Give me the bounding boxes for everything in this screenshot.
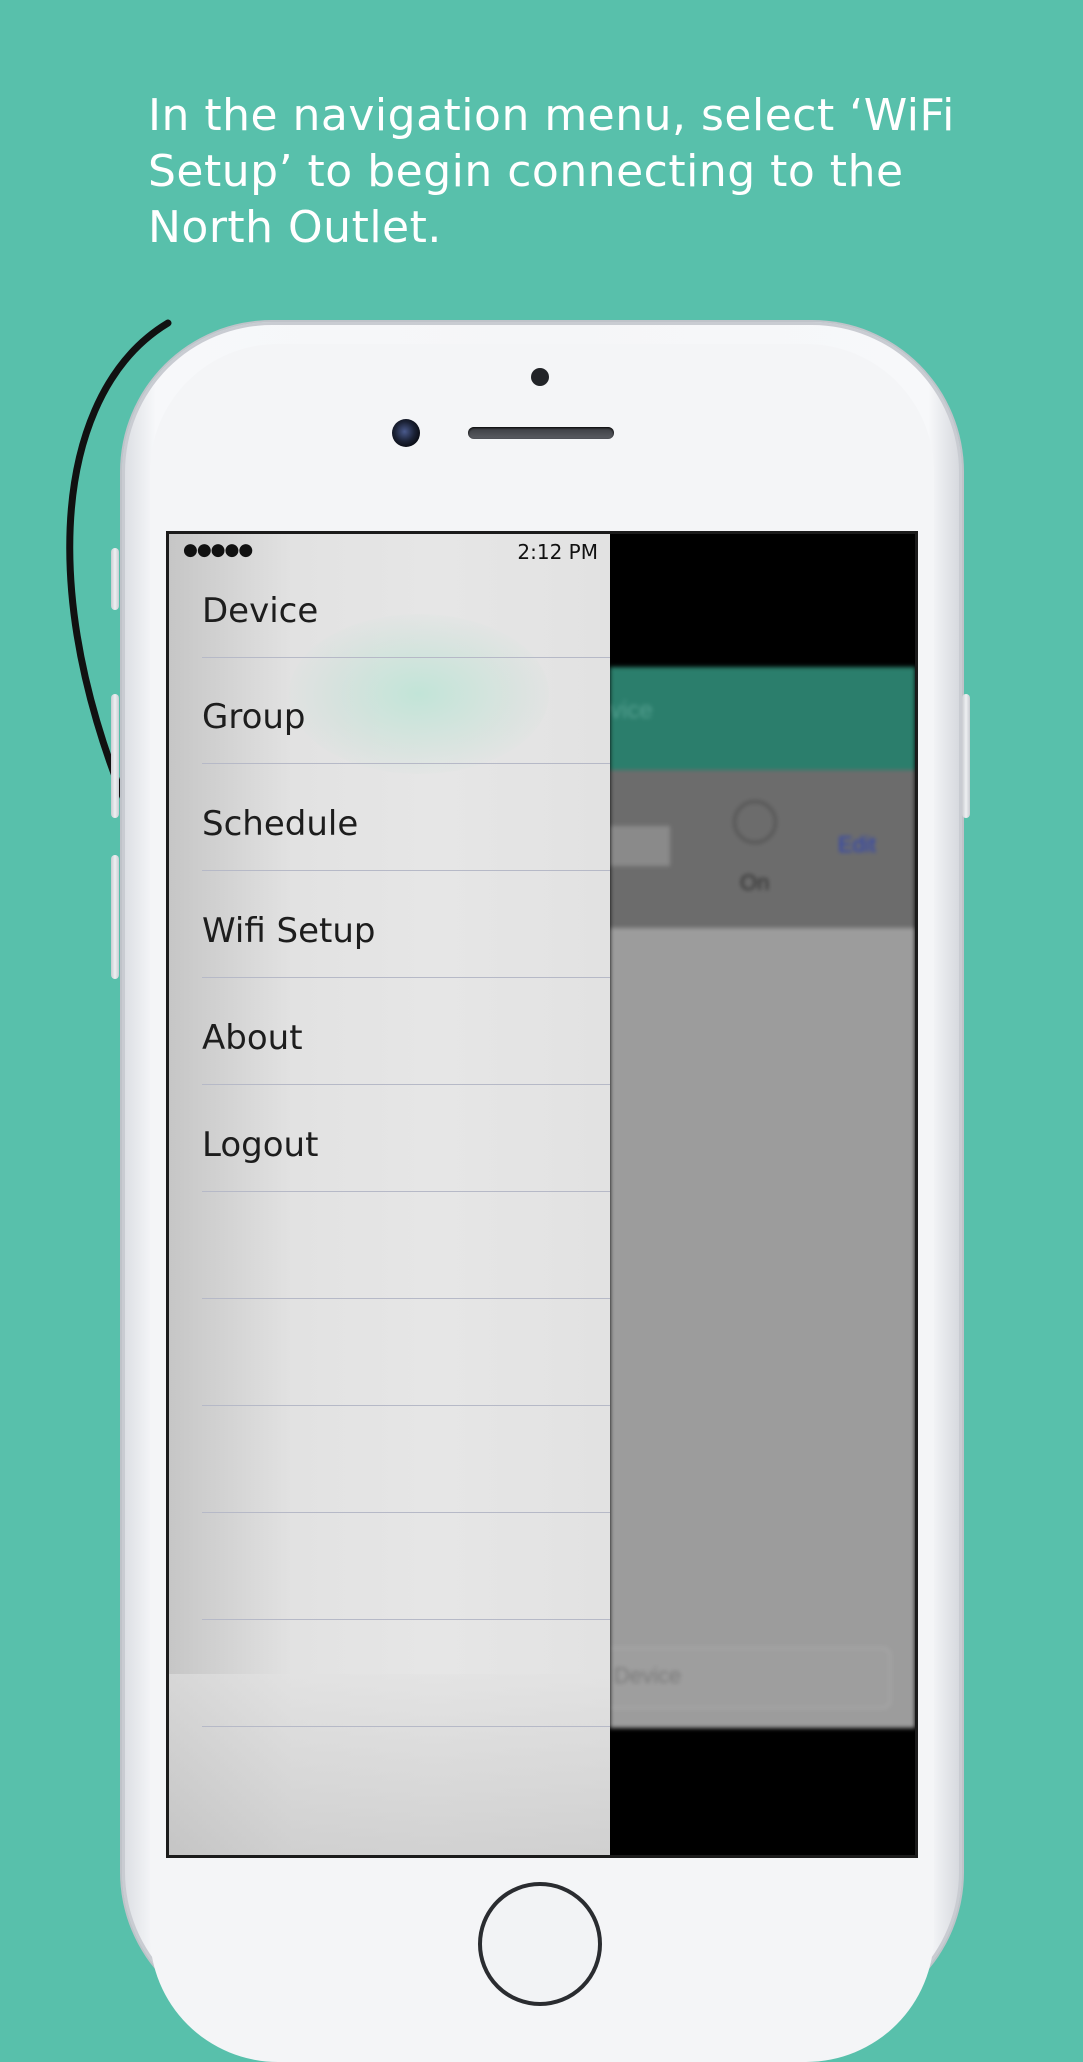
device-chip [610,826,670,866]
edit-link: Edit [838,832,876,857]
background-app-title: vice [610,697,653,724]
menu-item-schedule[interactable]: Schedule [202,765,610,871]
menu-item-group[interactable]: Group [202,658,610,764]
proximity-sensor [531,368,549,386]
navigation-drawer: ●●●●● 2:12 PM Device Group Schedule Wifi… [169,534,610,1855]
instruction-text: In the navigation menu, select ‘WiFi Set… [148,90,955,253]
power-button [962,694,970,818]
menu-item-label: Group [202,697,306,737]
menu-item-logout[interactable]: Logout [202,1086,610,1192]
mute-switch [111,548,119,610]
menu-item-device[interactable]: Device [202,552,610,658]
menu-empty-row [202,1193,610,1299]
volume-up-button [111,694,119,818]
menu-empty-row [202,1407,610,1513]
menu-item-label: Wifi Setup [202,911,376,951]
menu-empty-row [202,1514,610,1620]
menu-item-label: Schedule [202,804,359,844]
menu-item-wifi-setup[interactable]: Wifi Setup [202,872,610,978]
background-app-body [610,928,915,1728]
earpiece-speaker [468,427,614,439]
background-app: vice On Edit Device [610,534,915,1855]
home-button [478,1882,602,2006]
menu-item-label: Logout [202,1125,319,1165]
phone-screen: vice On Edit Device ●●●●● 2:12 PM Device… [166,531,918,1858]
toggle-state-label: On [740,870,770,895]
menu-empty-row [202,1621,610,1727]
menu-item-label: About [202,1018,303,1058]
add-device-label: Device [614,1663,682,1688]
menu-empty-row [202,1300,610,1406]
front-camera-icon [392,419,420,447]
volume-down-button [111,855,119,979]
background-app-header: vice [610,667,915,770]
power-toggle-icon [733,800,777,844]
menu-item-label: Device [202,591,319,631]
background-device-row: On Edit [610,770,915,928]
add-device-field: Device [610,1647,891,1709]
menu-item-about[interactable]: About [202,979,610,1085]
